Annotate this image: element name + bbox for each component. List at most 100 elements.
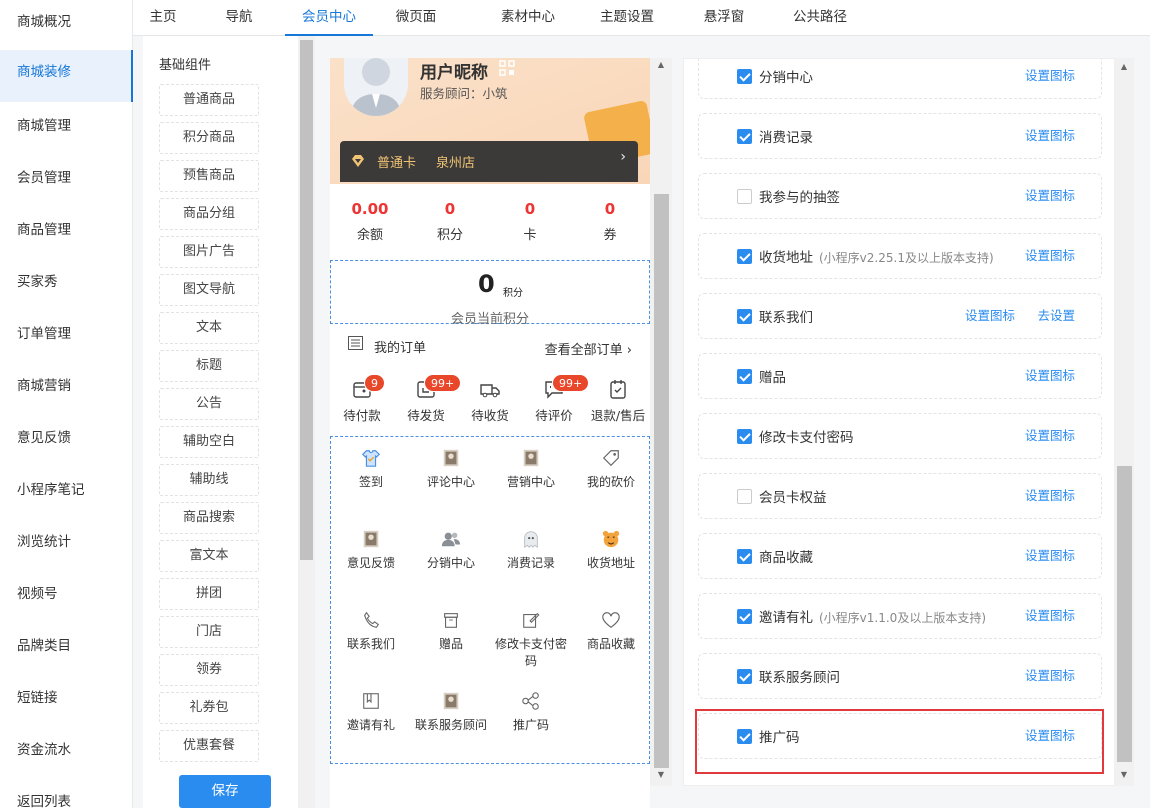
component-button[interactable]: 预售商品 (159, 160, 259, 192)
set-icon-link[interactable]: 设置图标 (1025, 545, 1075, 564)
sidebar-item[interactable]: 小程序笔记 (0, 468, 133, 520)
grid-menu-item[interactable]: 邀请有礼 (331, 690, 411, 734)
tab-item[interactable]: 主题设置 (585, 0, 669, 36)
grid-menu-item[interactable]: 推广码 (491, 690, 571, 734)
component-button[interactable]: 图片广告 (159, 236, 259, 268)
grid-menu-item[interactable]: 联系我们 (331, 609, 411, 653)
grid-menu-item[interactable]: 意见反馈 (331, 528, 411, 572)
scroll-up-arrow[interactable]: ▲ (1117, 62, 1131, 71)
component-button[interactable]: 商品搜索 (159, 502, 259, 534)
component-button[interactable]: 商品分组 (159, 198, 259, 230)
sidebar-item[interactable]: 短链接 (0, 676, 133, 728)
setting-checkbox[interactable] (737, 129, 752, 144)
scroll-up-arrow[interactable]: ▲ (654, 60, 668, 69)
settings-scrollbar[interactable]: ▲ ▼ (1114, 58, 1134, 786)
setting-checkbox[interactable] (737, 69, 752, 84)
sidebar-item[interactable]: 返回列表 (0, 780, 133, 808)
grid-menu-item[interactable]: 我的砍价 (571, 447, 650, 491)
sidebar-item[interactable]: 商城营销 (0, 364, 133, 416)
view-all-orders-link[interactable]: 查看全部订单 › (545, 339, 632, 358)
set-icon-link[interactable]: 设置图标 (1025, 245, 1075, 264)
grid-menu-item[interactable]: 签到 (331, 447, 411, 491)
grid-menu-item[interactable]: 赠品 (411, 609, 491, 653)
set-icon-link[interactable]: 设置图标 (965, 305, 1015, 324)
tab-item[interactable]: 主页 (133, 0, 193, 36)
scroll-down-arrow[interactable]: ▼ (654, 770, 668, 779)
tab-item[interactable]: 会员中心 (285, 0, 373, 36)
set-icon-link[interactable]: 设置图标 (1025, 365, 1075, 384)
sidebar-item[interactable]: 浏览统计 (0, 520, 133, 572)
grid-menu-item[interactable]: 修改卡支付密码 (491, 609, 571, 670)
sidebar-item[interactable]: 商品管理 (0, 208, 133, 260)
setting-checkbox[interactable] (737, 609, 752, 624)
setting-checkbox[interactable] (737, 189, 752, 204)
component-button[interactable]: 领券 (159, 654, 259, 686)
setting-checkbox[interactable] (737, 549, 752, 564)
component-button[interactable]: 积分商品 (159, 122, 259, 154)
grid-menu-item[interactable]: 分销中心 (411, 528, 491, 572)
setting-checkbox[interactable] (737, 669, 752, 684)
my-orders-section[interactable]: 我的订单 查看全部订单 › 待付款 9 待发货 99+ 待收货 待评价 99+ 退款/售后 (330, 326, 650, 434)
tab-item[interactable]: 公共路径 (775, 0, 865, 36)
order-status-item[interactable]: 待评价 99+ (522, 374, 590, 424)
qrcode-icon[interactable] (499, 60, 515, 76)
component-button[interactable]: 优惠套餐 (159, 730, 259, 762)
sidebar-item[interactable]: 视频号 (0, 572, 133, 624)
component-button[interactable]: 礼券包 (159, 692, 259, 724)
order-status-item[interactable]: 待付款 9 (330, 374, 394, 424)
grid-menu-item[interactable]: 消费记录 (491, 528, 571, 572)
stat-item[interactable]: 0卡 (490, 200, 570, 243)
set-icon-link[interactable]: 设置图标 (1025, 125, 1075, 144)
palette-scrollbar[interactable] (298, 36, 315, 808)
setting-checkbox[interactable] (737, 489, 752, 504)
stat-item[interactable]: 0券 (570, 200, 650, 243)
set-icon-link[interactable]: 设置图标 (1025, 665, 1075, 684)
component-button[interactable]: 拼团 (159, 578, 259, 610)
grid-menu-item[interactable]: 营销中心 (491, 447, 571, 491)
tab-item[interactable]: 悬浮窗 (689, 0, 759, 36)
sidebar-item[interactable]: 商城管理 (0, 104, 133, 156)
component-button[interactable]: 富文本 (159, 540, 259, 572)
order-status-item[interactable]: 待发货 99+ (394, 374, 462, 424)
component-button[interactable]: 公告 (159, 388, 259, 420)
sidebar-item[interactable]: 资金流水 (0, 728, 133, 780)
component-button[interactable]: 文本 (159, 312, 259, 344)
sidebar-item[interactable]: 商城装修 (0, 50, 133, 102)
component-button[interactable]: 标题 (159, 350, 259, 382)
component-button[interactable]: 辅助线 (159, 464, 259, 496)
stat-item[interactable]: 0.00 余额 (330, 200, 410, 243)
set-icon-link[interactable]: 设置图标 (1025, 185, 1075, 204)
sidebar-item[interactable]: 意见反馈 (0, 416, 133, 468)
go-setting-link[interactable]: 去设置 (1037, 305, 1075, 324)
sidebar-item[interactable]: 买家秀 (0, 260, 133, 312)
stat-item[interactable]: 0 积分 (410, 200, 490, 243)
scroll-down-arrow[interactable]: ▼ (1117, 770, 1131, 779)
component-button[interactable]: 普通商品 (159, 84, 259, 116)
grid-menu-item[interactable]: 联系服务顾问 (411, 690, 491, 734)
order-status-item[interactable]: 待收货 (458, 378, 522, 424)
grid-menu-item[interactable]: 商品收藏 (571, 609, 650, 653)
setting-checkbox[interactable] (737, 369, 752, 384)
component-button[interactable]: 辅助空白 (159, 426, 259, 458)
sidebar-item[interactable]: 会员管理 (0, 156, 133, 208)
tab-item[interactable]: 素材中心 (483, 0, 573, 36)
points-block[interactable]: 0 积分 会员当前积分 (330, 260, 650, 327)
component-button[interactable]: 门店 (159, 616, 259, 648)
tab-item[interactable]: 微页面 (379, 0, 453, 36)
preview-scrollbar[interactable]: ▲ ▼ (650, 58, 672, 786)
component-button[interactable]: 图文导航 (159, 274, 259, 306)
set-icon-link[interactable]: 设置图标 (1025, 425, 1075, 444)
grid-menu-item[interactable]: 收货地址 (571, 528, 650, 572)
setting-checkbox[interactable] (737, 309, 752, 324)
order-status-item[interactable]: 退款/售后 (586, 378, 650, 424)
sidebar-item[interactable]: 品牌类目 (0, 624, 133, 676)
member-card-bar[interactable]: 普通卡 泉州店 › (340, 141, 638, 182)
set-icon-link[interactable]: 设置图标 (1025, 605, 1075, 624)
setting-checkbox[interactable] (737, 249, 752, 264)
tab-item[interactable]: 导航 (203, 0, 275, 36)
set-icon-link[interactable]: 设置图标 (1025, 65, 1075, 84)
grid-menu-item[interactable]: 评论中心 (411, 447, 491, 491)
setting-checkbox[interactable] (737, 429, 752, 444)
sidebar-item[interactable]: 订单管理 (0, 312, 133, 364)
set-icon-link[interactable]: 设置图标 (1025, 485, 1075, 504)
